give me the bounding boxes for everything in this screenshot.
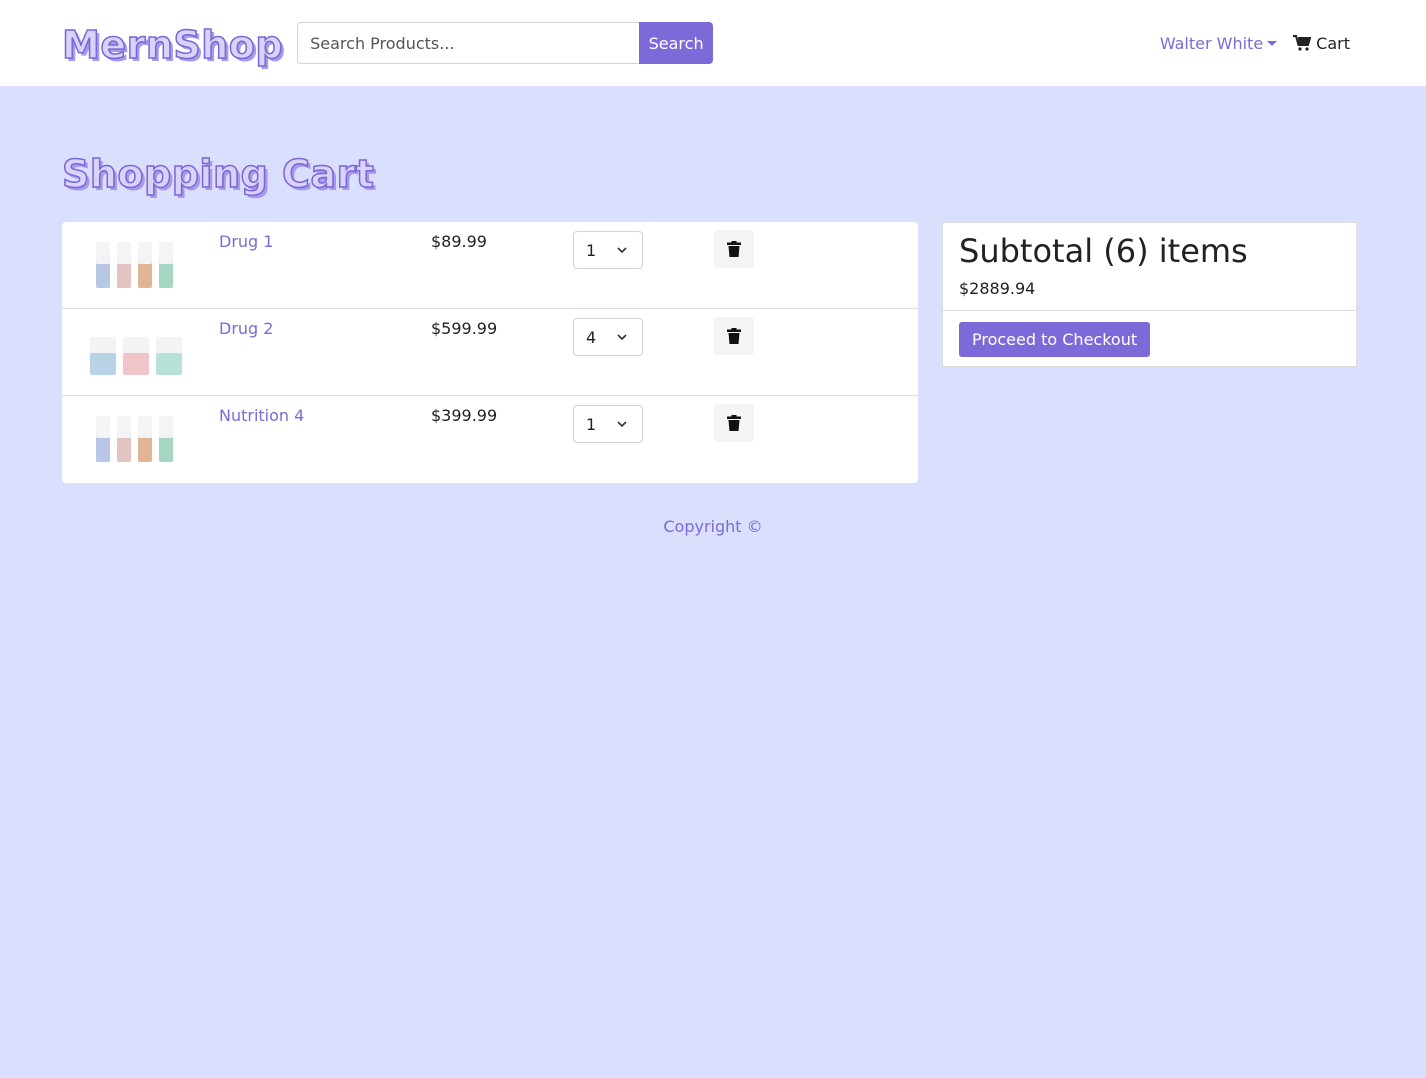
trash-icon <box>727 241 741 257</box>
subtotal-heading: Subtotal (6) items <box>959 232 1248 270</box>
item-price: $599.99 <box>431 319 498 338</box>
product-image[interactable] <box>86 232 186 298</box>
product-image[interactable] <box>86 406 186 472</box>
remove-item-button[interactable] <box>714 230 754 268</box>
trash-icon <box>727 415 741 431</box>
quantity-select[interactable]: 1 <box>573 231 643 269</box>
cart-content: Drug 1 $89.99 1 Drug 2 $599.99 4 Nutriti… <box>62 222 1364 483</box>
footer: Copyright © <box>62 517 1364 536</box>
quantity-select[interactable]: 1 <box>573 405 643 443</box>
summary-actions: Proceed to Checkout <box>943 311 1356 366</box>
cart-label: Cart <box>1316 33 1350 53</box>
nav-right: Walter White Cart <box>1160 34 1350 53</box>
cart-item-row: Drug 1 $89.99 1 <box>62 222 918 309</box>
item-name-link[interactable]: Drug 1 <box>219 232 273 251</box>
trash-icon <box>727 328 741 344</box>
chevron-down-icon <box>617 421 627 428</box>
search-button[interactable]: Search <box>639 22 714 64</box>
cart-item-row: Nutrition 4 $399.99 1 <box>62 396 918 483</box>
search-input[interactable] <box>297 22 640 64</box>
summary-totals: Subtotal (6) items $2889.94 <box>943 223 1356 311</box>
user-dropdown[interactable]: Walter White <box>1159 33 1278 53</box>
quantity-value: 4 <box>586 327 597 347</box>
item-name-link[interactable]: Nutrition 4 <box>219 406 304 425</box>
cart-item-row: Drug 2 $599.99 4 <box>62 309 918 396</box>
page-title: Shopping Cart <box>61 151 375 197</box>
cart-link[interactable]: Cart <box>1293 34 1350 53</box>
quantity-select[interactable]: 4 <box>573 318 643 356</box>
cart-list: Drug 1 $89.99 1 Drug 2 $599.99 4 Nutriti… <box>62 222 918 483</box>
main-container: Shopping Cart Drug 1 $89.99 1 Drug 2 $59… <box>0 151 1426 536</box>
remove-item-button[interactable] <box>714 317 754 355</box>
user-name: Walter White <box>1159 33 1264 53</box>
item-name-link[interactable]: Drug 2 <box>219 319 273 338</box>
quantity-value: 1 <box>586 414 597 434</box>
shopping-cart-icon <box>1293 35 1312 51</box>
subtotal-amount: $2889.94 <box>959 279 1036 298</box>
proceed-to-checkout-button[interactable]: Proceed to Checkout <box>959 322 1151 357</box>
chevron-down-icon <box>617 334 627 341</box>
search-form: Search <box>297 22 714 64</box>
item-price: $89.99 <box>431 232 487 251</box>
navbar: MernShop Search Walter White Cart <box>0 0 1426 86</box>
brand-logo[interactable]: MernShop <box>61 22 283 68</box>
order-summary: Subtotal (6) items $2889.94 Proceed to C… <box>942 222 1357 367</box>
remove-item-button[interactable] <box>714 404 754 442</box>
copyright-text: Copyright © <box>663 517 763 536</box>
caret-down-icon <box>1267 40 1278 46</box>
quantity-value: 1 <box>586 240 597 260</box>
product-image[interactable] <box>86 319 186 385</box>
chevron-down-icon <box>617 247 627 254</box>
item-price: $399.99 <box>431 406 498 425</box>
